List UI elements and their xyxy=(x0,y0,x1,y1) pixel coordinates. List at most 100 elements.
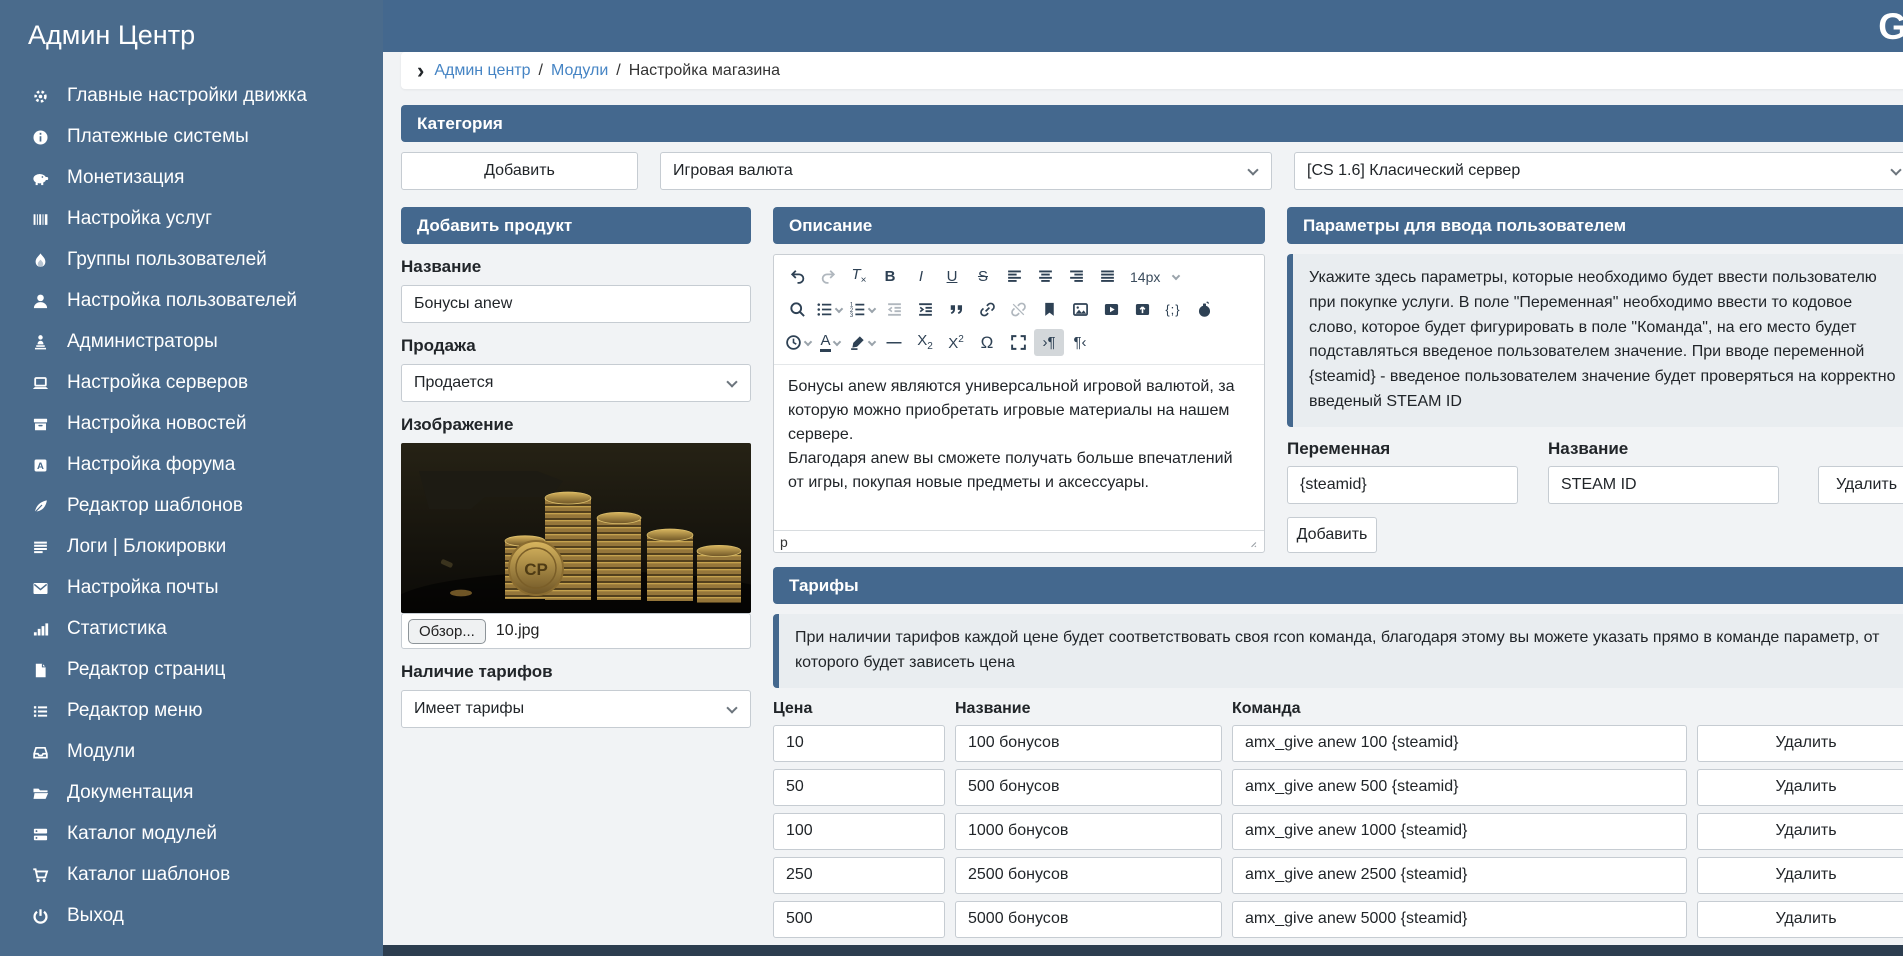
tariff-price-input[interactable] xyxy=(773,725,945,762)
tariff-delete-button[interactable]: Удалить xyxy=(1697,813,1903,850)
bold-icon[interactable]: B xyxy=(875,263,905,290)
parameter-add-button[interactable]: Добавить xyxy=(1287,517,1377,553)
category-select[interactable]: Игровая валюта xyxy=(660,152,1272,190)
sidebar-item[interactable]: Модули xyxy=(28,741,355,763)
align-left-icon[interactable] xyxy=(999,263,1029,290)
blockquote-icon[interactable] xyxy=(941,296,971,323)
sidebar-item[interactable]: Редактор шаблонов xyxy=(28,495,355,517)
app-root: Админ Центр Главные настройки движкаПлат… xyxy=(0,0,1903,956)
strikethrough-icon[interactable]: S xyxy=(968,263,998,290)
forum-icon: A xyxy=(28,457,52,474)
tariff-name-input[interactable] xyxy=(955,901,1222,938)
search-icon[interactable] xyxy=(782,296,812,323)
breadcrumb-link-modules[interactable]: Модули xyxy=(551,62,608,80)
tariff-price-input[interactable] xyxy=(773,901,945,938)
product-sale-select[interactable]: Продается xyxy=(401,364,751,402)
tariff-price-input[interactable] xyxy=(773,813,945,850)
video-icon[interactable] xyxy=(1096,296,1126,323)
main-area: G › Админ центр / Модули / Настройка маг… xyxy=(383,0,1903,956)
tariff-name-input[interactable] xyxy=(955,813,1222,850)
redo-icon[interactable] xyxy=(813,263,843,290)
sidebar-item[interactable]: Логи | Блокировки xyxy=(28,536,355,558)
sidebar-item[interactable]: Настройка новостей xyxy=(28,413,355,435)
clear-format-icon[interactable]: T× xyxy=(844,263,874,290)
undo-icon[interactable] xyxy=(782,263,812,290)
bookmark-icon[interactable] xyxy=(1034,296,1064,323)
sidebar-item[interactable]: Настройка почты xyxy=(28,577,355,599)
sidebar-item[interactable]: Настройка услуг xyxy=(28,208,355,230)
tariff-delete-button[interactable]: Удалить xyxy=(1697,901,1903,938)
unlink-icon[interactable] xyxy=(1003,296,1033,323)
highlight-icon[interactable] xyxy=(846,329,878,356)
sidebar-item[interactable]: Монетизация xyxy=(28,167,355,189)
brand-logo[interactable]: G xyxy=(1878,8,1903,45)
breadcrumb-current: Настройка магазина xyxy=(629,62,780,80)
parameter-name-input[interactable] xyxy=(1548,466,1779,504)
product-tariff-select[interactable]: Имеет тарифы xyxy=(401,690,751,728)
category-add-button[interactable]: Добавить xyxy=(401,152,638,190)
sidebar-item[interactable]: Редактор меню xyxy=(28,700,355,722)
paragraph-ltr-icon[interactable]: ¶‹ xyxy=(1065,329,1095,356)
subscript-icon[interactable]: X2 xyxy=(910,329,940,356)
browse-file-button[interactable]: Обзор... xyxy=(408,619,486,644)
parameter-delete-button[interactable]: Удалить xyxy=(1818,466,1903,504)
align-right-icon[interactable] xyxy=(1061,263,1091,290)
paragraph-rtl-icon[interactable]: ›¶ xyxy=(1034,329,1064,356)
code-icon[interactable]: {;} xyxy=(1158,296,1188,323)
tariff-delete-button[interactable]: Удалить xyxy=(1697,857,1903,894)
cart-icon xyxy=(28,867,52,884)
unordered-list-icon[interactable] xyxy=(813,296,845,323)
font-color-icon[interactable]: A xyxy=(815,329,845,356)
sidebar-item[interactable]: AНастройка форума xyxy=(28,454,355,476)
tariff-price-input[interactable] xyxy=(773,769,945,806)
tariff-command-input[interactable] xyxy=(1232,813,1687,850)
ink-icon[interactable] xyxy=(1189,296,1219,323)
sidebar-item[interactable]: Главные настройки движка xyxy=(28,85,355,107)
upload-icon[interactable] xyxy=(1127,296,1157,323)
sidebar-item[interactable]: Документация xyxy=(28,782,355,804)
tariff-name-input[interactable] xyxy=(955,857,1222,894)
link-icon[interactable] xyxy=(972,296,1002,323)
product-name-input[interactable] xyxy=(401,285,751,323)
sidebar-item[interactable]: Платежные системы xyxy=(28,126,355,148)
tariff-command-input[interactable] xyxy=(1232,901,1687,938)
superscript-icon[interactable]: X2 xyxy=(941,329,971,356)
chevron-down-icon xyxy=(835,304,843,312)
sidebar-item[interactable]: Редактор страниц xyxy=(28,659,355,681)
font-size-select[interactable]: 14px xyxy=(1123,263,1182,290)
horizontal-rule-icon[interactable]: — xyxy=(879,329,909,356)
tariff-price-input[interactable] xyxy=(773,857,945,894)
indent-icon[interactable] xyxy=(910,296,940,323)
sidebar-item[interactable]: Каталог модулей xyxy=(28,823,355,845)
sidebar-item[interactable]: Группы пользователей xyxy=(28,249,355,271)
tariff-delete-button[interactable]: Удалить xyxy=(1697,769,1903,806)
tariff-name-input[interactable] xyxy=(955,725,1222,762)
sidebar-item[interactable]: Настройка серверов xyxy=(28,372,355,394)
sidebar-item[interactable]: Статистика xyxy=(28,618,355,640)
tariff-command-input[interactable] xyxy=(1232,857,1687,894)
align-center-icon[interactable] xyxy=(1030,263,1060,290)
sidebar-item[interactable]: Настройка пользователей xyxy=(28,290,355,312)
chevron-down-icon xyxy=(726,376,737,387)
variable-input[interactable] xyxy=(1287,466,1518,504)
tariff-command-input[interactable] xyxy=(1232,725,1687,762)
sidebar-item[interactable]: Выход xyxy=(28,905,355,927)
align-justify-icon[interactable] xyxy=(1092,263,1122,290)
ordered-list-icon[interactable]: 123 xyxy=(846,296,878,323)
underline-icon[interactable]: U xyxy=(937,263,967,290)
tariff-delete-button[interactable]: Удалить xyxy=(1697,725,1903,762)
italic-icon[interactable]: I xyxy=(906,263,936,290)
server-select[interactable]: [CS 1.6] Класический сервер xyxy=(1294,152,1903,190)
resize-handle-icon[interactable] xyxy=(1244,535,1258,549)
breadcrumb-link-admin-center[interactable]: Админ центр xyxy=(434,62,530,80)
sidebar-item[interactable]: Каталог шаблонов xyxy=(28,864,355,886)
editor-content[interactable]: Бонусы anew являются универсальной игров… xyxy=(774,364,1264,530)
image-icon[interactable] xyxy=(1065,296,1095,323)
omega-icon[interactable]: Ω xyxy=(972,329,1002,356)
sidebar-item[interactable]: Администраторы xyxy=(28,331,355,353)
tariff-name-input[interactable] xyxy=(955,769,1222,806)
fullscreen-icon[interactable] xyxy=(1003,329,1033,356)
tariff-command-input[interactable] xyxy=(1232,769,1687,806)
outdent-icon[interactable] xyxy=(879,296,909,323)
clock-icon[interactable] xyxy=(782,329,814,356)
